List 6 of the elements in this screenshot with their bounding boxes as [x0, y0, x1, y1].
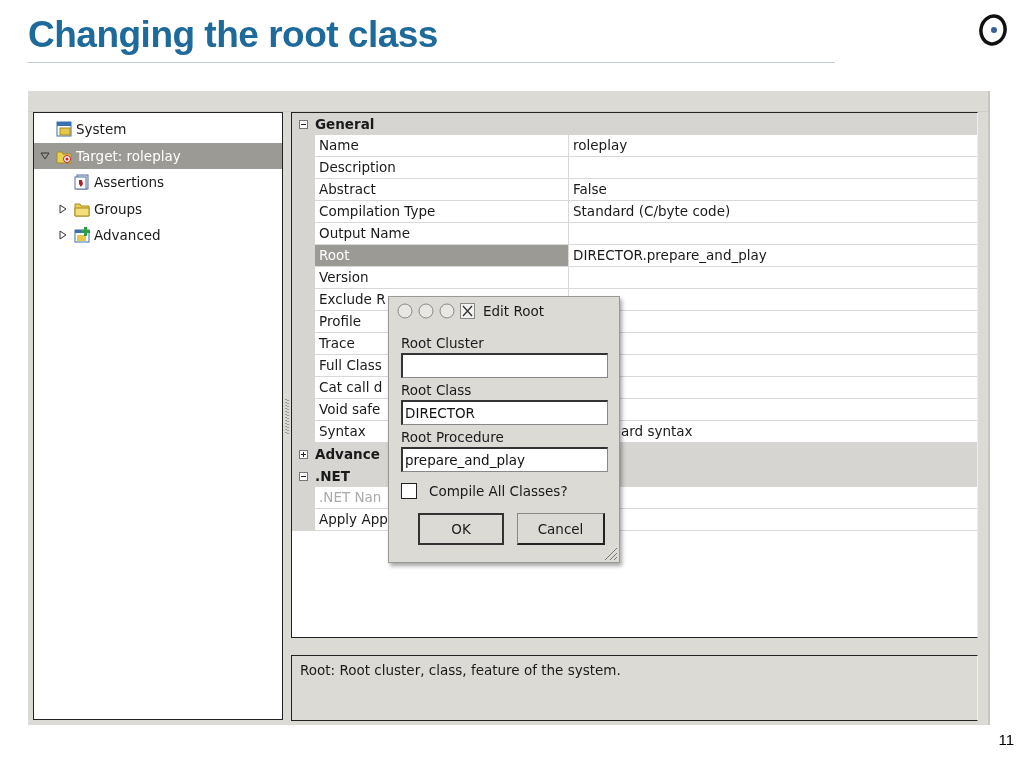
field-label: Root Class — [401, 382, 473, 400]
description-text: Root: Root cluster, class, feature of the system. — [291, 655, 978, 721]
field-label: Root Cluster — [401, 335, 485, 353]
page-number: 11 — [998, 731, 1014, 748]
dialog-title: Edit Root — [483, 303, 545, 319]
slide-title: Changing the root class — [28, 14, 438, 56]
